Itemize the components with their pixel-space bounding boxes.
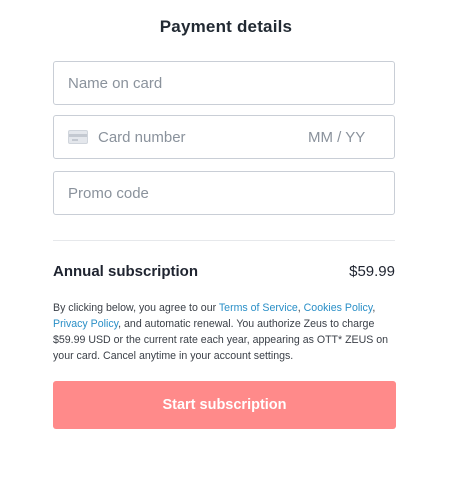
plan-price: $59.99 xyxy=(349,263,395,280)
terms-text: By clicking below, you agree to our Term… xyxy=(53,300,397,364)
start-subscription-button[interactable]: Start subscription xyxy=(53,381,396,429)
payment-page: Payment details Annual subscription $59.… xyxy=(0,0,452,500)
card-details-field[interactable] xyxy=(53,115,395,159)
divider xyxy=(53,240,395,241)
terms-of-service-link[interactable]: Terms of Service xyxy=(219,302,298,314)
plan-name: Annual subscription xyxy=(53,263,199,280)
privacy-policy-link[interactable]: Privacy Policy xyxy=(53,318,118,330)
page-title: Payment details xyxy=(159,17,293,36)
expiry-input[interactable] xyxy=(308,116,378,158)
terms-separator: , xyxy=(372,302,376,314)
credit-card-icon xyxy=(68,130,88,144)
promo-code-field[interactable] xyxy=(53,171,395,215)
promo-code-input[interactable] xyxy=(68,172,368,214)
terms-prefix: By clicking below, you agree to our xyxy=(53,302,219,314)
name-on-card-input[interactable] xyxy=(68,62,368,104)
card-number-input[interactable] xyxy=(98,116,288,158)
name-on-card-field[interactable] xyxy=(53,61,395,105)
cookies-policy-link[interactable]: Cookies Policy xyxy=(304,302,373,314)
